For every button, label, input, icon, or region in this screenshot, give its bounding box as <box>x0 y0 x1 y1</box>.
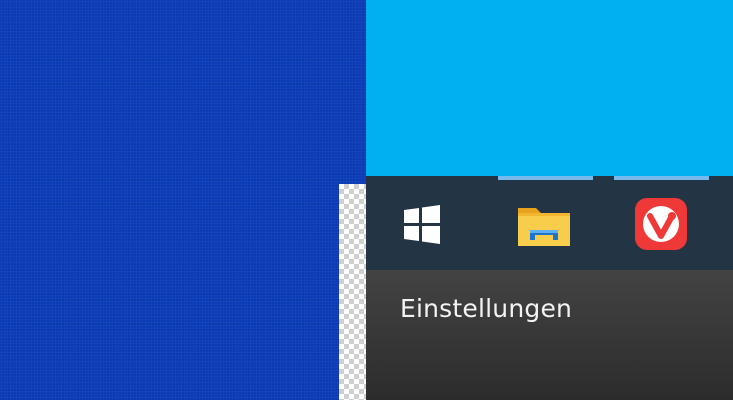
desktop-background-left <box>0 0 366 400</box>
running-indicator <box>498 176 593 180</box>
vivaldi-icon <box>635 198 687 250</box>
transparent-area <box>339 184 367 400</box>
folder-icon <box>518 208 570 246</box>
windows-logo-icon <box>404 205 440 244</box>
vivaldi-button[interactable] <box>631 196 691 252</box>
desktop-background-right <box>366 0 733 176</box>
start-button[interactable] <box>392 196 452 252</box>
screen: Einstellungen <box>0 0 733 400</box>
tooltip-panel: Einstellungen <box>366 270 733 400</box>
tooltip-label: Einstellungen <box>400 294 573 323</box>
running-indicator <box>614 176 709 180</box>
file-explorer-button[interactable] <box>514 196 574 252</box>
taskbar <box>366 176 733 270</box>
